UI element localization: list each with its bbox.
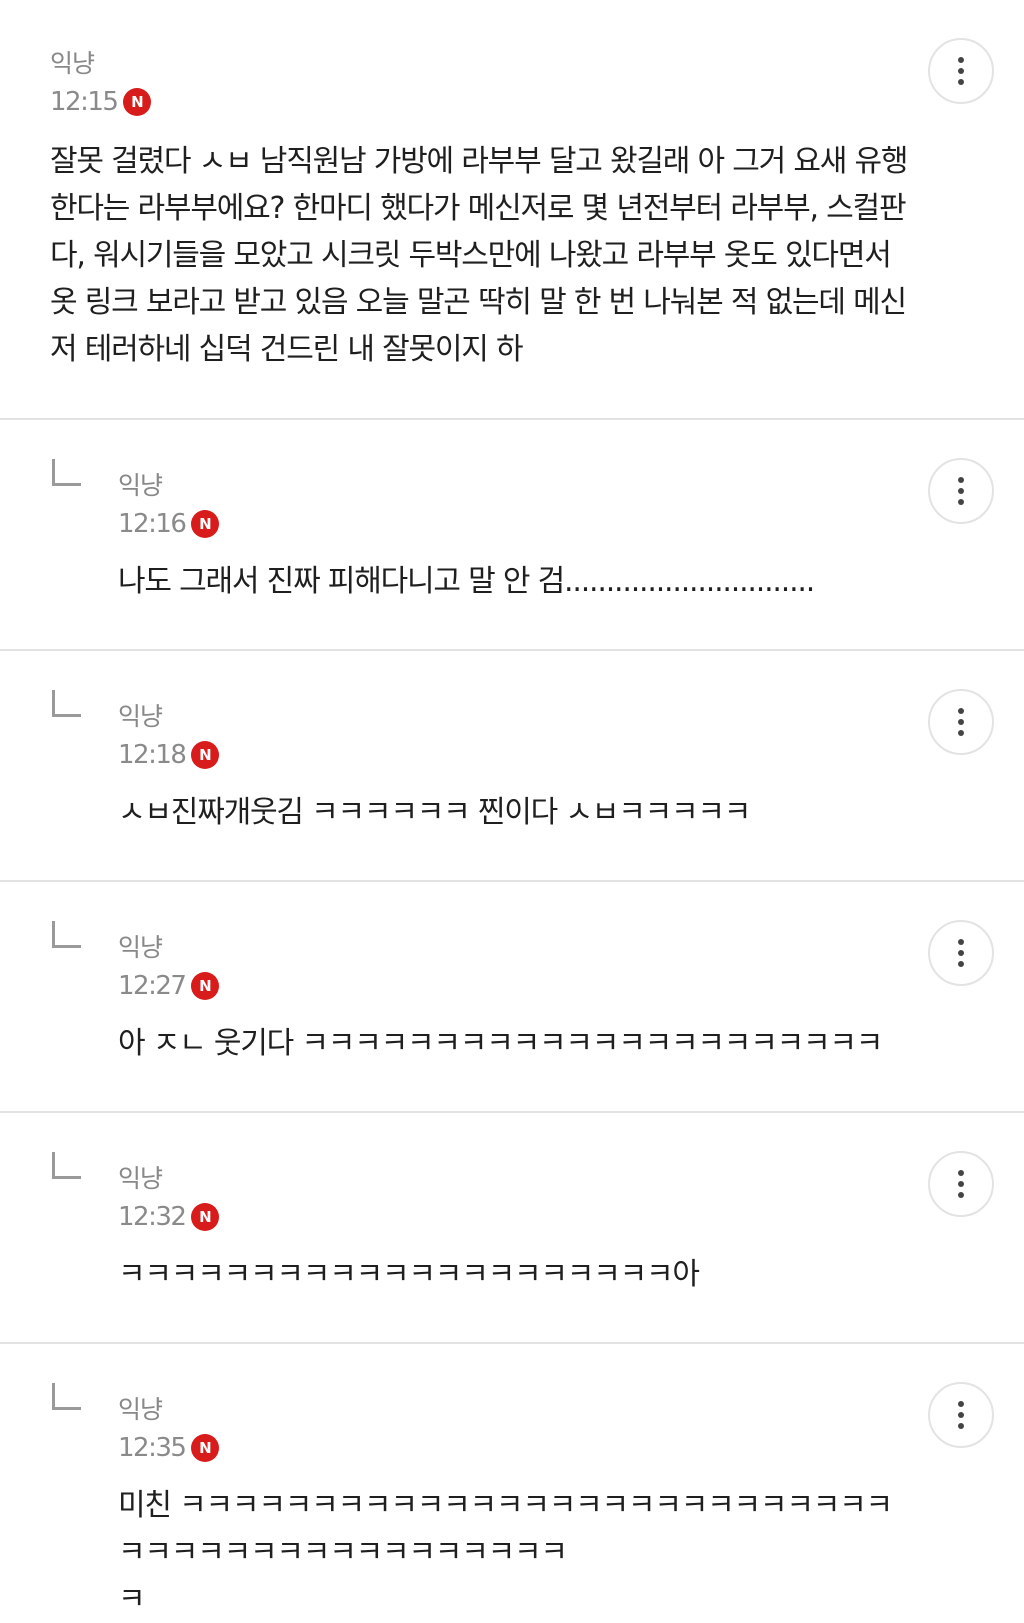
more-vertical-icon-dot bbox=[958, 950, 964, 956]
more-vertical-icon-dot bbox=[958, 1181, 964, 1187]
comment-meta: 12:35 N bbox=[118, 1433, 220, 1463]
comment-body: ㅅㅂ진짜개웃김 ㅋㅋㅋㅋㅋㅋ 찐이다 ㅅㅂㅋㅋㅋㅋㅋ bbox=[118, 795, 751, 830]
new-badge: N bbox=[191, 972, 220, 1000]
reply-comment: 익냥 12:18 N ㅅㅂ진짜개웃김 ㅋㅋㅋㅋㅋㅋ 찐이다 ㅅㅂㅋㅋㅋㅋㅋ bbox=[0, 651, 1024, 882]
comment-timestamp: 12:27 bbox=[118, 971, 187, 1001]
comment-timestamp: 12:15 bbox=[50, 87, 119, 117]
more-vertical-icon bbox=[958, 1170, 964, 1176]
reply-comment: 익냥 12:35 N 미친 ㅋㅋㅋㅋㅋㅋㅋㅋㅋㅋㅋㅋㅋㅋㅋㅋㅋㅋㅋㅋㅋㅋㅋㅋㅋㅋ… bbox=[0, 1344, 1024, 1617]
more-vertical-icon bbox=[958, 57, 964, 63]
comment: 익냥 12:15 N 잘못 걸렸다 ㅅㅂ 남직원남 가방에 라부부 달고 왔길래… bbox=[0, 0, 1024, 420]
comment-body: 미친 ㅋㅋㅋㅋㅋㅋㅋㅋㅋㅋㅋㅋㅋㅋㅋㅋㅋㅋㅋㅋㅋㅋㅋㅋㅋㅋㅋㅋㅋㅋㅋㅋㅋㅋㅋㅋㅋ… bbox=[118, 1488, 893, 1617]
comment-timestamp: 12:18 bbox=[118, 740, 187, 770]
more-vertical-icon bbox=[958, 477, 964, 483]
reply-arrow-icon bbox=[52, 1152, 81, 1179]
new-badge: N bbox=[191, 741, 220, 769]
more-vertical-icon-dot bbox=[958, 1192, 964, 1198]
reply-comment: 익냥 12:16 N 나도 그래서 진짜 피해다니고 말 안 검........… bbox=[0, 420, 1024, 651]
comment-timestamp: 12:32 bbox=[118, 1202, 187, 1232]
reply-arrow-icon bbox=[52, 690, 81, 717]
more-options-button[interactable] bbox=[928, 38, 994, 104]
more-vertical-icon bbox=[958, 1401, 964, 1407]
new-badge: N bbox=[123, 88, 152, 116]
new-badge: N bbox=[191, 510, 220, 538]
comment-body: 아 ㅈㄴ 웃기다 ㅋㅋㅋㅋㅋㅋㅋㅋㅋㅋㅋㅋㅋㅋㅋㅋㅋㅋㅋㅋㅋㅋ bbox=[118, 1026, 883, 1061]
comment-meta: 12:16 N bbox=[118, 509, 220, 539]
new-badge: N bbox=[191, 1203, 220, 1231]
comment-author: 익냥 bbox=[118, 471, 163, 500]
comment-meta: 12:27 N bbox=[118, 971, 220, 1001]
comment-body: 나도 그래서 진짜 피해다니고 말 안 검...................… bbox=[118, 564, 815, 599]
comment-author: 익냥 bbox=[118, 933, 163, 962]
comment-timestamp: 12:35 bbox=[118, 1433, 187, 1463]
more-options-button[interactable] bbox=[928, 458, 994, 524]
more-vertical-icon-dot bbox=[958, 488, 964, 494]
more-vertical-icon-dot bbox=[958, 1412, 964, 1418]
more-vertical-icon-dot bbox=[958, 499, 964, 505]
comment-author: 익냥 bbox=[118, 1164, 163, 1193]
more-options-button[interactable] bbox=[928, 1151, 994, 1217]
reply-arrow-icon bbox=[52, 921, 81, 948]
more-options-button[interactable] bbox=[928, 689, 994, 755]
reply-arrow-icon bbox=[52, 459, 81, 486]
comment-meta: 12:15 N bbox=[50, 87, 152, 117]
reply-comment: 익냥 12:32 N ㅋㅋㅋㅋㅋㅋㅋㅋㅋㅋㅋㅋㅋㅋㅋㅋㅋㅋㅋㅋㅋ아 bbox=[0, 1113, 1024, 1344]
comment-meta: 12:18 N bbox=[118, 740, 220, 770]
more-vertical-icon-dot bbox=[958, 961, 964, 967]
more-options-button[interactable] bbox=[928, 920, 994, 986]
reply-comment: 익냥 12:27 N 아 ㅈㄴ 웃기다 ㅋㅋㅋㅋㅋㅋㅋㅋㅋㅋㅋㅋㅋㅋㅋㅋㅋㅋㅋㅋ… bbox=[0, 882, 1024, 1113]
more-vertical-icon-dot bbox=[958, 1423, 964, 1429]
comment-author: 익냥 bbox=[118, 1395, 163, 1424]
more-vertical-icon-dot bbox=[958, 719, 964, 725]
comment-author: 익냥 bbox=[118, 702, 163, 731]
more-vertical-icon-dot bbox=[958, 68, 964, 74]
comment-meta: 12:32 N bbox=[118, 1202, 220, 1232]
comment-body: ㅋㅋㅋㅋㅋㅋㅋㅋㅋㅋㅋㅋㅋㅋㅋㅋㅋㅋㅋㅋㅋ아 bbox=[118, 1257, 700, 1292]
more-options-button[interactable] bbox=[928, 1382, 994, 1448]
comment-author: 익냥 bbox=[50, 49, 95, 78]
comment-body: 잘못 걸렸다 ㅅㅂ 남직원남 가방에 라부부 달고 왔길래 아 그거 요새 유행… bbox=[50, 144, 908, 367]
more-vertical-icon-dot bbox=[958, 730, 964, 736]
more-vertical-icon bbox=[958, 939, 964, 945]
comment-timestamp: 12:16 bbox=[118, 509, 187, 539]
more-vertical-icon-dot bbox=[958, 79, 964, 85]
comment-list: 익냥 12:15 N 잘못 걸렸다 ㅅㅂ 남직원남 가방에 라부부 달고 왔길래… bbox=[0, 0, 1024, 1617]
more-vertical-icon bbox=[958, 708, 964, 714]
new-badge: N bbox=[191, 1434, 220, 1462]
reply-arrow-icon bbox=[52, 1383, 81, 1410]
